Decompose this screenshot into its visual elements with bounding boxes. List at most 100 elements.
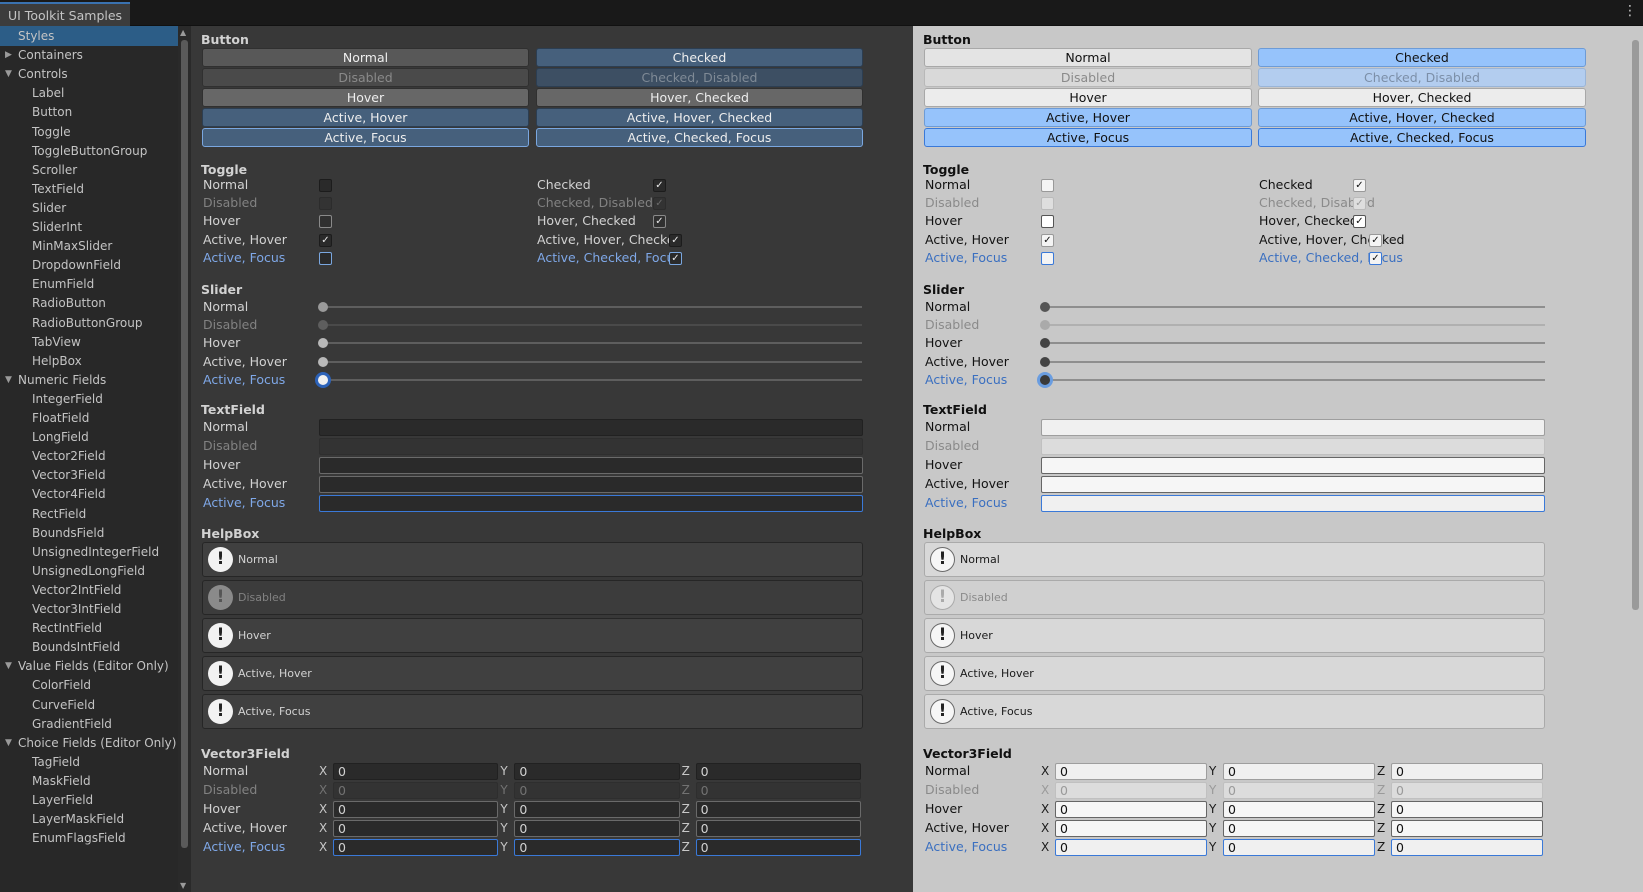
sidebar-item-rectintfield[interactable]: RectIntField <box>0 618 178 638</box>
slider-track[interactable] <box>323 378 862 381</box>
text-input[interactable] <box>1041 419 1545 436</box>
vector3-x-input[interactable]: 0 <box>1055 801 1207 819</box>
slider-track[interactable] <box>1045 324 1545 327</box>
checkmark-icon[interactable]: ✓ <box>1369 233 1382 247</box>
vector3-y-input[interactable]: 0 <box>1223 839 1375 857</box>
sidebar-item-controls[interactable]: ▼ Controls <box>0 64 178 84</box>
chevron-down-icon[interactable]: ▼ <box>5 733 12 753</box>
checkmark-icon[interactable]: ✓ <box>669 251 682 265</box>
slider-track[interactable] <box>1045 306 1545 308</box>
button-checked-disabled[interactable]: Checked, Disabled <box>536 68 863 87</box>
vector3-y-input[interactable]: 0 <box>514 820 680 838</box>
slider-track[interactable] <box>1045 342 1545 345</box>
toggle-checkbox[interactable] <box>1041 215 1054 229</box>
checkmark-icon[interactable]: ✓ <box>1353 215 1366 229</box>
button-hover-checked[interactable]: Hover, Checked <box>1258 88 1586 107</box>
button-active-hover-checked[interactable]: Active, Hover, Checked <box>1258 108 1586 127</box>
text-input[interactable] <box>319 495 863 513</box>
slider-handle[interactable] <box>318 338 328 349</box>
slider-track[interactable] <box>1045 360 1545 363</box>
sidebar-item-vector2intfield[interactable]: Vector2IntField <box>0 580 178 600</box>
checkmark-icon[interactable]: ✓ <box>669 233 682 247</box>
sidebar-item-tagfield[interactable]: TagField <box>0 752 178 772</box>
vector3-y-input[interactable]: 0 <box>514 763 680 780</box>
text-input[interactable] <box>1041 495 1545 513</box>
text-input[interactable] <box>319 476 863 494</box>
slider-handle[interactable] <box>1040 374 1050 385</box>
sidebar-item-enumflagsfield[interactable]: EnumFlagsField <box>0 828 178 848</box>
sidebar-item-button[interactable]: Button <box>0 102 178 122</box>
scrollbar-thumb[interactable] <box>1632 40 1639 610</box>
vector3-x-input[interactable]: 0 <box>333 763 499 780</box>
toggle-checkbox[interactable] <box>1041 179 1054 192</box>
checkmark-icon[interactable]: ✓ <box>1369 251 1382 265</box>
button-checked[interactable]: Checked <box>536 48 863 67</box>
text-input[interactable] <box>1041 476 1545 494</box>
text-input[interactable] <box>1041 457 1545 475</box>
vector3-y-input[interactable]: 0 <box>514 839 680 857</box>
vector3-z-input[interactable]: 0 <box>695 801 861 819</box>
slider-handle[interactable] <box>1040 320 1050 331</box>
sidebar-item-slider[interactable]: Slider <box>0 198 178 218</box>
sidebar-item-enumfield[interactable]: EnumField <box>0 274 178 294</box>
vector3-y-input[interactable]: 0 <box>1223 763 1375 780</box>
sidebar-item-radiobutton[interactable]: RadioButton <box>0 293 178 313</box>
sidebar-scrollbar[interactable]: ▲ ▼ <box>178 26 191 892</box>
button-active-focus[interactable]: Active, Focus <box>924 128 1252 147</box>
slider-handle[interactable] <box>1040 302 1050 312</box>
vector3-z-input[interactable]: 0 <box>1391 763 1543 780</box>
scrollbar-thumb[interactable] <box>181 40 188 848</box>
vector3-z-input[interactable]: 0 <box>695 763 861 780</box>
vector3-z-input[interactable]: 0 <box>1391 820 1543 838</box>
vector3-y-input[interactable]: 0 <box>514 801 680 819</box>
sidebar-item-longfield[interactable]: LongField <box>0 427 178 447</box>
slider-track[interactable] <box>1045 378 1545 381</box>
sidebar-item-toggle[interactable]: Toggle <box>0 122 178 142</box>
button-normal[interactable]: Normal <box>924 48 1252 67</box>
button-normal[interactable]: Normal <box>202 48 529 67</box>
vector3-z-input[interactable]: 0 <box>1391 839 1543 857</box>
vector3-y-input[interactable]: 0 <box>1223 820 1375 838</box>
checkmark-icon[interactable]: ✓ <box>1041 233 1054 247</box>
window-tab[interactable]: UI Toolkit Samples <box>0 2 131 26</box>
vector3-x-input[interactable]: 0 <box>333 839 499 857</box>
button-active-hover[interactable]: Active, Hover <box>924 108 1252 127</box>
chevron-down-icon[interactable]: ▼ <box>5 64 12 84</box>
text-input[interactable] <box>319 419 863 436</box>
button-checked-disabled[interactable]: Checked, Disabled <box>1258 68 1586 87</box>
sidebar-item-vector4field[interactable]: Vector4Field <box>0 484 178 504</box>
checkmark-icon[interactable]: ✓ <box>319 233 332 247</box>
sidebar-item-unsignedlongfield[interactable]: UnsignedLongField <box>0 561 178 581</box>
chevron-down-icon[interactable]: ▼ <box>5 656 12 676</box>
slider-track[interactable] <box>323 324 862 327</box>
sidebar-item-curvefield[interactable]: CurveField <box>0 695 178 715</box>
vector3-z-input[interactable]: 0 <box>695 839 861 857</box>
checkmark-icon[interactable]: ✓ <box>1353 179 1366 192</box>
slider-handle[interactable] <box>1040 356 1050 367</box>
vector3-x-input[interactable]: 0 <box>1055 839 1207 857</box>
checkmark-icon[interactable]: ✓ <box>653 215 666 229</box>
slider-track[interactable] <box>323 306 862 308</box>
sidebar-item-label[interactable]: Label <box>0 83 178 103</box>
slider-track[interactable] <box>323 342 862 345</box>
sidebar-item-numeric-fields[interactable]: ▼ Numeric Fields <box>0 370 178 390</box>
sidebar-item-vector2field[interactable]: Vector2Field <box>0 446 178 466</box>
slider-handle[interactable] <box>1040 338 1050 349</box>
toggle-checkbox[interactable] <box>319 179 332 192</box>
button-active-checked-focus[interactable]: Active, Checked, Focus <box>536 128 863 147</box>
checkmark-icon[interactable]: ✓ <box>653 179 666 192</box>
sidebar-item-vector3field[interactable]: Vector3Field <box>0 465 178 485</box>
sidebar-item-containers[interactable]: ▶ Containers <box>0 45 178 65</box>
sidebar-item-boundsintfield[interactable]: BoundsIntField <box>0 637 178 657</box>
sidebar-item-integerfield[interactable]: IntegerField <box>0 389 178 409</box>
button-active-hover-checked[interactable]: Active, Hover, Checked <box>536 108 863 127</box>
toggle-checkbox[interactable] <box>319 215 332 229</box>
button-hover[interactable]: Hover <box>924 88 1252 107</box>
vector3-x-input[interactable]: 0 <box>1055 763 1207 780</box>
button-checked[interactable]: Checked <box>1258 48 1586 67</box>
sidebar-item-dropdownfield[interactable]: DropdownField <box>0 255 178 275</box>
sidebar-item-rectfield[interactable]: RectField <box>0 504 178 524</box>
button-hover[interactable]: Hover <box>202 88 529 107</box>
slider-handle[interactable] <box>318 320 328 331</box>
kebab-menu-icon[interactable]: ⋮ <box>1623 4 1637 18</box>
